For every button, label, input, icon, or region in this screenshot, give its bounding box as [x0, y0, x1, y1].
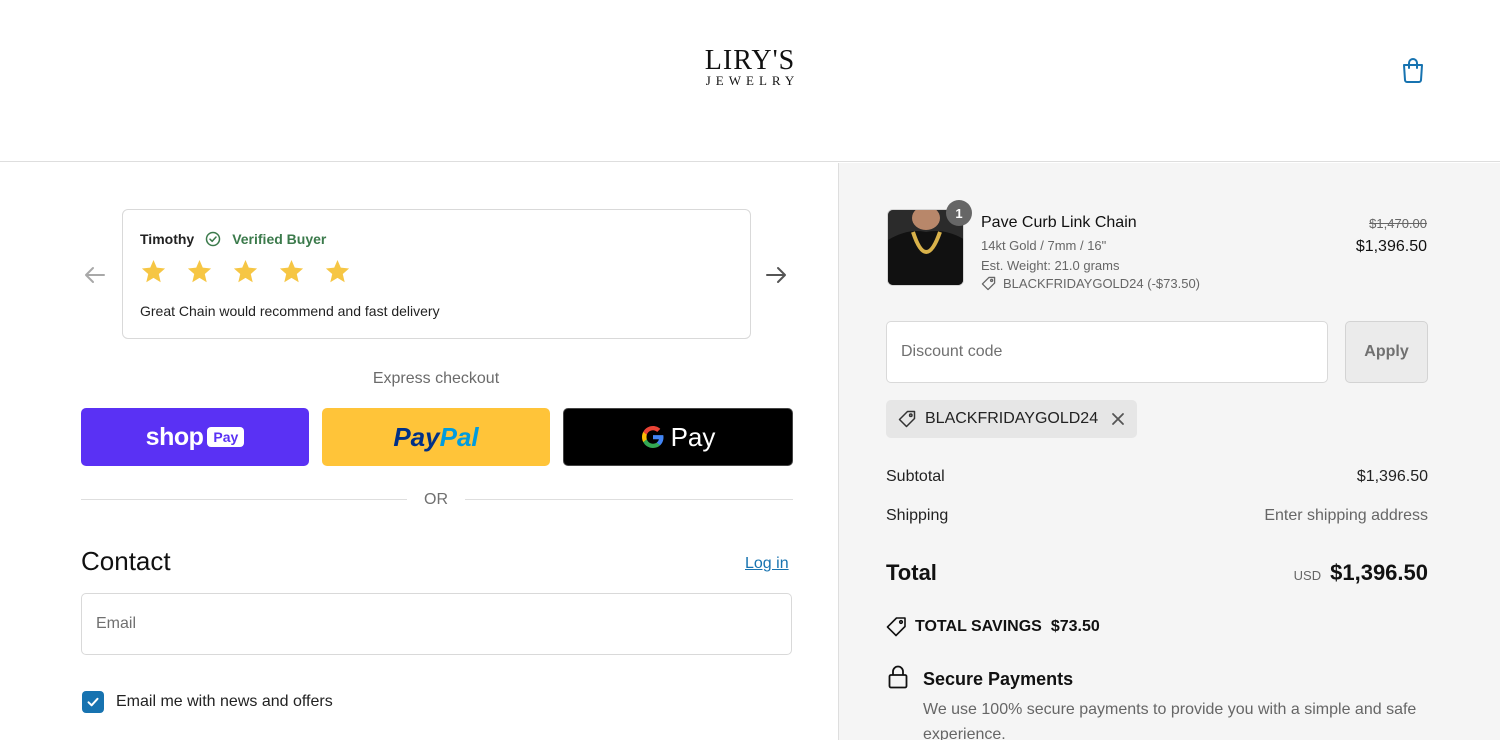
applied-discount-code: BLACKFRIDAYGOLD24 — [925, 410, 1099, 427]
email-field[interactable] — [81, 593, 792, 655]
divider-line — [465, 499, 793, 500]
shipping-label: Shipping — [886, 507, 949, 524]
google-pay-wordmark: Pay — [670, 421, 716, 452]
review-text: Great Chain would recommend and fast del… — [140, 303, 440, 319]
quantity-badge: 1 — [946, 200, 972, 226]
site-header: LIRY'S JEWELRY — [0, 0, 1500, 162]
star-icon — [187, 260, 212, 283]
brand-logo[interactable]: LIRY'S JEWELRY — [0, 45, 1500, 88]
checkout-main: Timothy Verified Buyer Great Chain would… — [0, 163, 838, 740]
star-rating — [140, 258, 351, 285]
brand-name-line2: JEWELRY — [705, 73, 800, 88]
or-label: OR — [424, 491, 448, 508]
divider-line — [81, 499, 407, 500]
product-discount: BLACKFRIDAYGOLD24 (-$73.50) — [981, 276, 1200, 291]
currency-code: USD — [1293, 568, 1322, 583]
brand-name-line1: LIRY'S — [704, 45, 796, 76]
express-checkout-label: Express checkout — [372, 370, 500, 387]
savings-label: TOTAL SAVINGS — [915, 617, 1042, 635]
star-icon — [279, 260, 304, 283]
savings-value: $73.50 — [1050, 617, 1100, 635]
review-header: Timothy Verified Buyer — [140, 231, 326, 247]
shipping-value: Enter shipping address — [1264, 507, 1428, 524]
or-divider: OR — [81, 489, 793, 511]
shipping-row: Shipping Enter shipping address — [886, 507, 1428, 525]
lock-icon — [888, 665, 908, 689]
star-icon — [325, 260, 350, 283]
arrow-right-icon[interactable] — [761, 260, 791, 290]
product-weight: Est. Weight: 21.0 grams — [981, 258, 1120, 273]
product-name: Pave Curb Link Chain — [981, 214, 1137, 231]
applied-discount-chip: BLACKFRIDAYGOLD24 — [886, 400, 1138, 438]
shop-pay-wordmark: shop — [145, 422, 204, 451]
verified-buyer-label: Verified Buyer — [232, 231, 327, 247]
subtotal-value: $1,396.50 — [1356, 468, 1428, 485]
total-savings: TOTAL SAVINGS $73.50 — [886, 616, 1100, 637]
newsletter-label[interactable]: Email me with news and offers — [116, 693, 333, 711]
sale-price: $1,396.50 — [1355, 238, 1427, 255]
tag-icon — [886, 617, 906, 637]
secure-payments-text: We use 100% secure payments to provide y… — [923, 701, 1417, 740]
shop-pay-badge: Pay — [207, 427, 245, 447]
review-card: Timothy Verified Buyer Great Chain would… — [122, 209, 751, 339]
secure-payments-title: Secure Payments — [923, 669, 1074, 689]
paypal-button[interactable]: PayPal — [322, 408, 550, 466]
total-row: Total USD $1,396.50 — [886, 560, 1428, 586]
tag-icon — [898, 410, 916, 428]
close-icon[interactable] — [1111, 412, 1125, 426]
newsletter-checkbox[interactable] — [82, 691, 104, 713]
checkmark-icon — [87, 697, 99, 707]
subtotal-label: Subtotal — [886, 468, 945, 485]
shopping-bag-icon[interactable] — [1400, 56, 1426, 84]
google-g-icon — [641, 426, 664, 448]
contact-heading: Contact — [81, 546, 171, 576]
total-label: Total — [886, 560, 937, 585]
product-discount-text: BLACKFRIDAYGOLD24 (-$73.50) — [1003, 276, 1200, 291]
paypal-wordmark: PayPal — [393, 421, 479, 452]
arrow-left-icon[interactable] — [80, 260, 110, 290]
google-pay-button[interactable]: Pay — [563, 408, 793, 466]
order-summary: 1 Pave Curb Link Chain 14kt Gold / 7mm /… — [838, 163, 1500, 740]
tag-icon — [981, 276, 996, 291]
check-circle-icon — [205, 231, 221, 247]
shop-pay-button[interactable]: shop Pay — [81, 408, 309, 466]
total-amount: USD $1,396.50 — [1294, 560, 1428, 586]
apply-discount-button[interactable]: Apply — [1345, 321, 1428, 383]
log-in-link[interactable]: Log in — [745, 555, 789, 573]
original-price: $1,470.00 — [1369, 216, 1427, 231]
reviewer-name: Timothy — [140, 231, 195, 247]
star-icon — [141, 260, 166, 283]
total-value: $1,396.50 — [1330, 560, 1428, 585]
discount-code-input[interactable] — [886, 321, 1328, 383]
subtotal-row: Subtotal $1,396.50 — [886, 468, 1428, 486]
product-variant: 14kt Gold / 7mm / 16" — [981, 238, 1107, 253]
star-icon — [233, 260, 258, 283]
